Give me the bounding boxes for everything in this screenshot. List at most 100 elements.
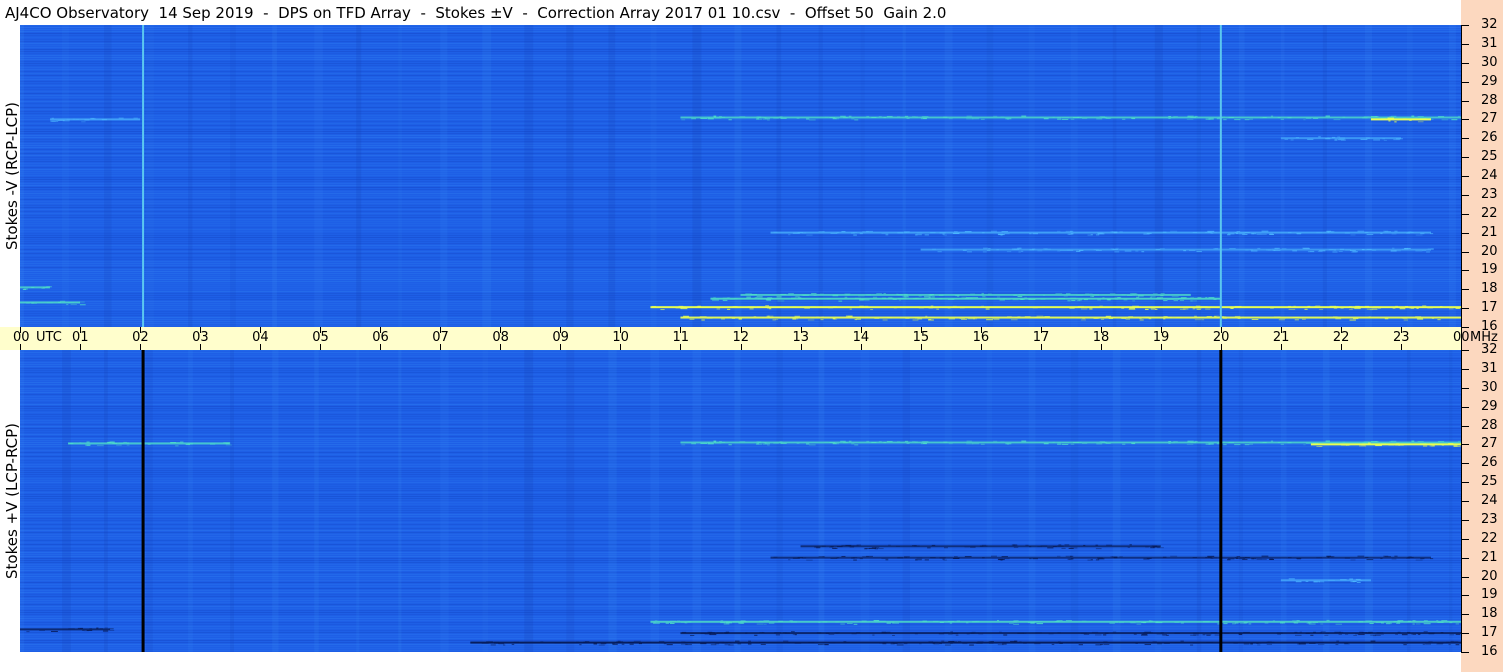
emission-speckle (1389, 441, 1393, 443)
emission-speckle (725, 631, 730, 633)
emission-speckle (866, 294, 871, 296)
emission-speckle (983, 247, 988, 249)
emission-speckle (1082, 118, 1088, 120)
emission-speckle (1394, 118, 1399, 120)
emission-speckle (730, 642, 733, 644)
emission-speckle (773, 117, 779, 119)
emission-speckle (1317, 642, 1324, 644)
emission-speckle (859, 306, 865, 308)
emission-speckle (747, 643, 752, 645)
emission-speckle (784, 632, 790, 634)
spectrogram-texture-band (440, 350, 449, 652)
emission-speckle (126, 442, 130, 444)
emission-speckle (1357, 555, 1365, 557)
emission-speckle (1013, 621, 1017, 623)
emission-speckle (109, 629, 115, 631)
emission-speckle (962, 249, 967, 251)
emission-speckle (1319, 308, 1324, 310)
emission-speckle (773, 442, 779, 444)
emission-speckle (1113, 231, 1118, 233)
x-axis-tick-label: 10 (612, 330, 629, 345)
emission-speckle (1069, 297, 1077, 299)
emission-speckle (919, 643, 922, 645)
spectrogram-texture-band (1028, 25, 1035, 327)
emission-speckle (1294, 634, 1302, 636)
emission-speckle (1021, 115, 1027, 117)
spectrogram-texture-band (62, 25, 69, 327)
emission-speckle (688, 306, 695, 308)
spectrogram-texture-band (1196, 350, 1202, 652)
emission-speckle (888, 296, 893, 298)
emission-speckle (740, 621, 747, 623)
emission-speckle (1441, 444, 1444, 446)
emission-speckle (1234, 444, 1241, 446)
emission-speckle (865, 548, 870, 550)
y-axis-tick (1461, 25, 1469, 26)
emission-speckle (1023, 642, 1027, 644)
emission-speckle (830, 232, 838, 234)
emission-speckle (740, 622, 745, 624)
emission-speckle (1242, 558, 1248, 560)
emission-speckle (1394, 230, 1398, 232)
y-axis-tick-label: 25 (1481, 474, 1498, 489)
emission-speckle (1168, 442, 1171, 444)
emission-speckle (773, 231, 778, 233)
emission-speckle (943, 441, 948, 443)
emission-speckle (1135, 250, 1139, 252)
emission-speckle (696, 306, 700, 308)
emission-speckle (1114, 296, 1122, 298)
spectrogram-texture-band (314, 25, 323, 327)
emission-speckle (1091, 306, 1095, 308)
y-axis-tick-label: 23 (1481, 512, 1498, 527)
emission-speckle (1008, 622, 1014, 624)
emission-speckle (1278, 319, 1285, 321)
emission-speckle (987, 293, 992, 295)
y-axis-tick (1461, 289, 1469, 290)
emission-speckle (790, 297, 796, 299)
emission-speckle (1358, 621, 1364, 623)
y-axis-tick-label: 32 (1481, 17, 1498, 32)
x-axis-tick-label: 15 (912, 330, 930, 345)
emission-speckle (1003, 634, 1008, 636)
emission-speckle (540, 641, 544, 643)
emission-speckle (1437, 621, 1444, 623)
y-axis-tick-label: 23 (1481, 187, 1498, 202)
emission-speckle (1234, 315, 1241, 317)
emission-speckle (653, 622, 656, 624)
spectrogram-texture-band (860, 350, 870, 652)
y-axis-tick-label: 22 (1481, 531, 1498, 546)
emission-speckle (818, 556, 824, 558)
spectrogram-texture-band (1322, 25, 1327, 327)
emission-speckle (1417, 121, 1424, 123)
spectrogram-texture-band (692, 350, 702, 652)
emission-speckle (731, 317, 736, 319)
emission-speckle (1115, 247, 1119, 249)
y-axis-tick (1461, 233, 1469, 234)
emission-speckle (774, 632, 781, 634)
emission-speckle (832, 118, 837, 120)
emission-speckle (1070, 230, 1074, 232)
emission-speckle (719, 641, 725, 643)
emission-speckle (1407, 631, 1411, 633)
emission-speckle (1104, 632, 1109, 634)
emission-speckle (1052, 116, 1055, 118)
emission-speckle (1330, 231, 1334, 233)
emission-speckle (1108, 317, 1114, 319)
emission-speckle (1233, 642, 1238, 644)
emission-speckle (1071, 300, 1076, 302)
emission-speckle (748, 640, 751, 642)
emission-speckle (1213, 557, 1218, 559)
emission-speckle (75, 118, 80, 120)
emission-speckle (734, 316, 737, 318)
emission-speckle (1223, 444, 1227, 446)
emission-speckle (956, 620, 961, 622)
emission-speckle (1277, 633, 1281, 635)
emission-speckle (765, 305, 769, 307)
emission-speckle (714, 442, 722, 444)
y-axis-tick (1461, 176, 1469, 177)
emission-speckle (1200, 306, 1208, 308)
emission-speckle (1073, 441, 1080, 443)
emission-speckle (1079, 249, 1084, 251)
emission-speckle (1389, 116, 1393, 118)
spectrogram-texture-band (1280, 350, 1287, 652)
